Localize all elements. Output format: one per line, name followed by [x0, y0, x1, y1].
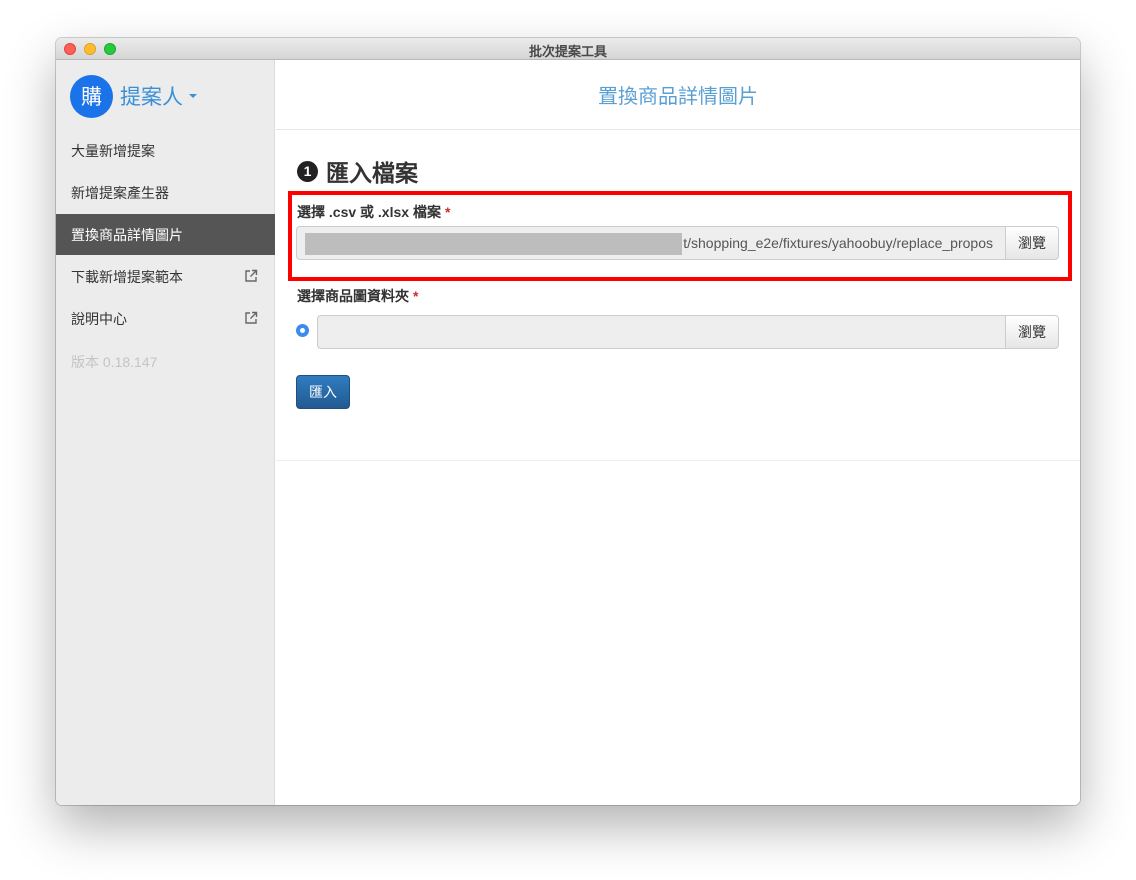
main-panel: 置換商品詳情圖片 1 匯入檔案 選擇 .csv 或 .xlsx 檔案 * t/sh…: [276, 60, 1080, 805]
folder-radio[interactable]: [296, 324, 309, 337]
app-window: 批次提案工具 購 提案人 大量新增提案 新增提案產生器 置換商品詳情圖片 下載新…: [56, 38, 1080, 805]
folder-field-label-text: 選擇商品圖資料夾: [297, 288, 409, 304]
caret-down-icon: [189, 94, 197, 98]
sidebar-item-label: 說明中心: [71, 310, 127, 327]
section-title: 1 匯入檔案: [297, 154, 418, 188]
panel-divider: [276, 460, 1080, 461]
sidebar-item-generator[interactable]: 新增提案產生器: [56, 172, 275, 213]
sidebar-item-download-template[interactable]: 下載新增提案範本: [56, 256, 275, 297]
avatar: 購: [70, 74, 113, 118]
folder-field-label: 選擇商品圖資料夾 *: [297, 286, 418, 306]
folder-path-input[interactable]: [317, 315, 1005, 349]
user-name: 提案人: [120, 86, 183, 109]
external-link-icon: [245, 311, 258, 324]
window-title: 批次提案工具: [528, 44, 607, 59]
folder-input-group: 瀏覽: [317, 315, 1059, 349]
page-title: 置換商品詳情圖片: [276, 60, 1080, 130]
user-menu[interactable]: 購 提案人: [70, 74, 197, 118]
import-button[interactable]: 匯入: [296, 375, 350, 409]
version-label: 版本 0.18.147: [71, 354, 158, 370]
step-number-icon: 1: [297, 160, 318, 182]
sidebar-item-replace-images[interactable]: 置換商品詳情圖片: [56, 214, 275, 255]
sidebar-item-label: 新增提案產生器: [71, 184, 169, 201]
sidebar-item-label: 下載新增提案範本: [71, 268, 183, 285]
browse-folder-button[interactable]: 瀏覽: [1005, 315, 1059, 349]
sidebar: 購 提案人 大量新增提案 新增提案產生器 置換商品詳情圖片 下載新增提案範本 說…: [56, 60, 275, 805]
title-bar: 批次提案工具: [56, 38, 1080, 60]
section-title-text: 匯入檔案: [326, 160, 418, 186]
required-mark: *: [413, 288, 419, 304]
sidebar-item-bulk-add[interactable]: 大量新增提案: [56, 130, 275, 171]
sidebar-item-help-center[interactable]: 說明中心: [56, 298, 275, 339]
highlight-box: [288, 191, 1072, 281]
sidebar-item-label: 大量新增提案: [71, 142, 155, 159]
sidebar-item-label: 置換商品詳情圖片: [71, 226, 183, 243]
external-link-icon: [245, 269, 258, 282]
